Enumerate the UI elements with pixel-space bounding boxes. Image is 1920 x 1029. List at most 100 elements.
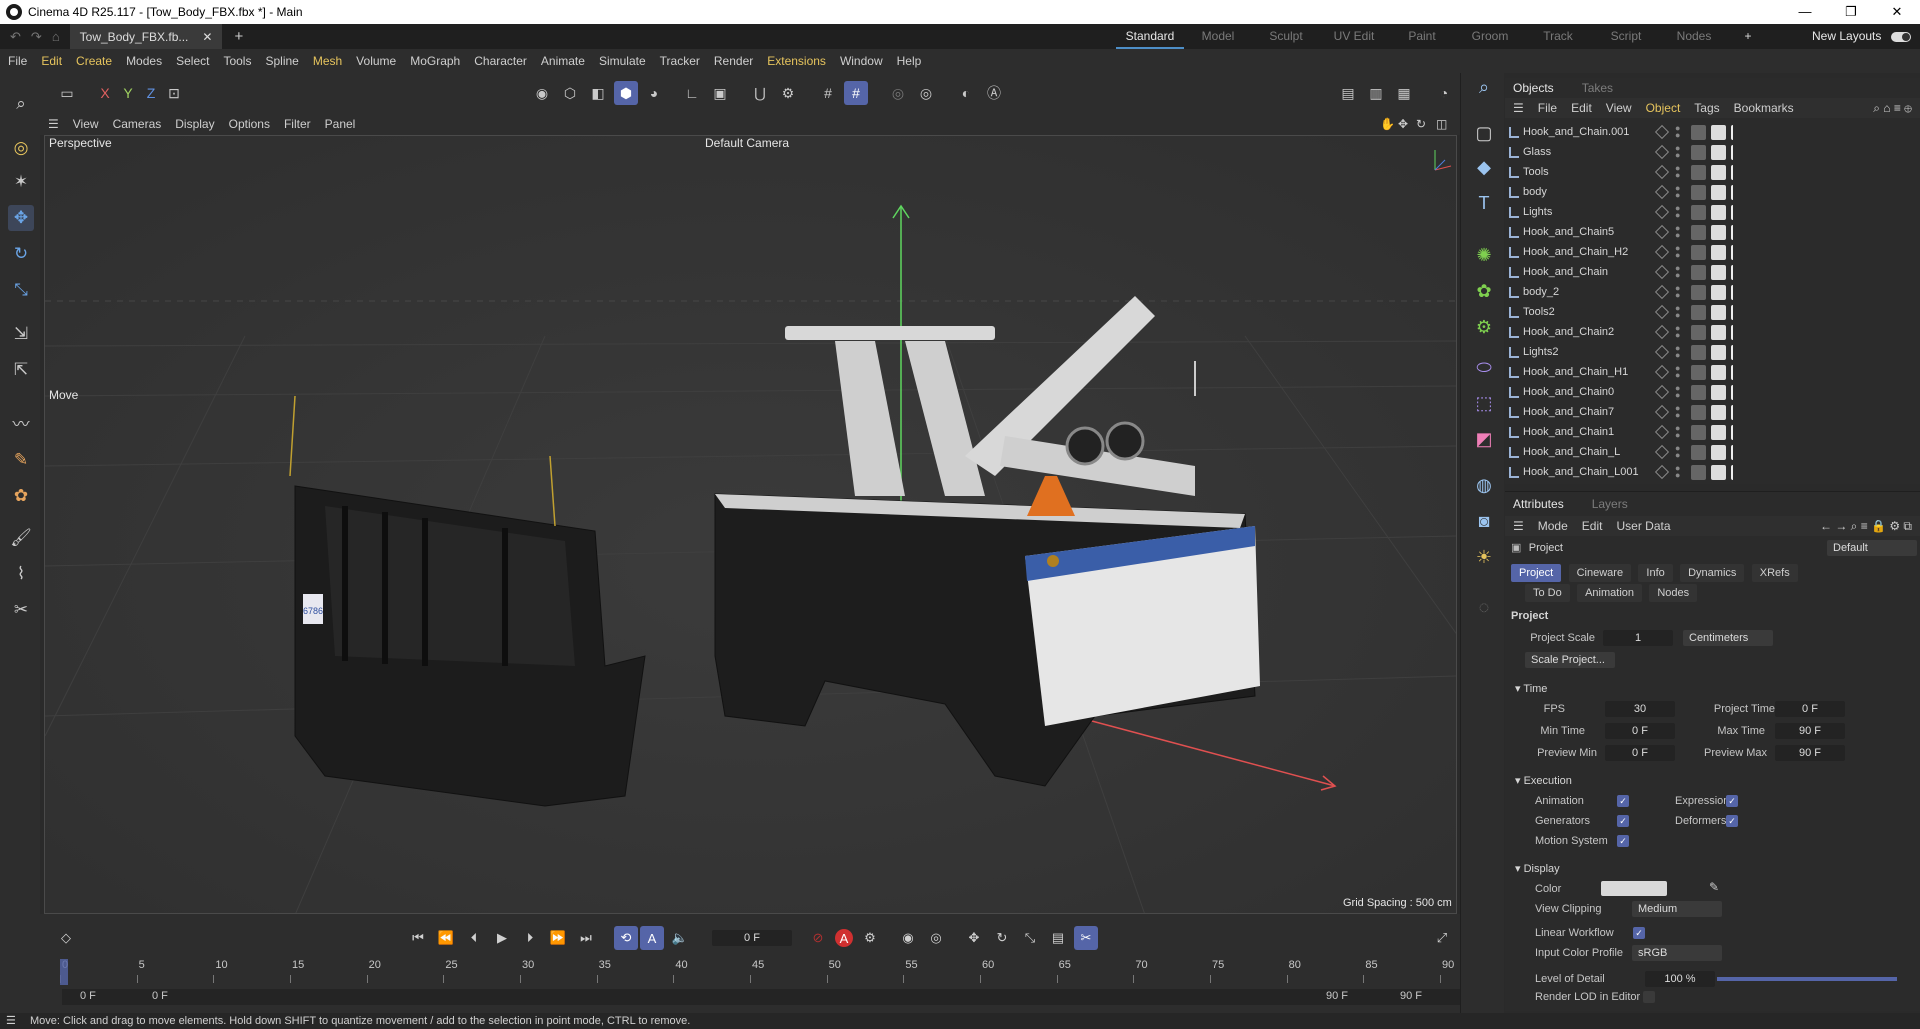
input-color-profile-select[interactable]: sRGB [1632, 945, 1722, 961]
display-section-header[interactable]: ▾ Display [1515, 862, 1560, 875]
animation-checkbox[interactable]: ✓ [1617, 795, 1629, 807]
material-tag-icon[interactable] [1691, 164, 1706, 180]
soft-selection-icon[interactable]: ◎ [914, 81, 938, 105]
current-frame-input[interactable]: 0 F [712, 930, 792, 946]
min-time-input[interactable]: 0 F [1605, 723, 1675, 739]
project-scale-unit-select[interactable]: Centimeters [1683, 630, 1773, 646]
play-icon[interactable]: ▶ [490, 926, 514, 950]
texture-tag-icon[interactable] [1711, 324, 1726, 340]
layout-tab-script[interactable]: Script [1592, 24, 1660, 49]
axis-mode-icon[interactable]: ∟ [680, 81, 704, 105]
phong-tag-icon[interactable] [1731, 224, 1746, 240]
material-tag-icon[interactable] [1691, 384, 1706, 400]
toggle-layout-icon[interactable]: ◫ [1436, 117, 1447, 131]
layer-icon[interactable] [1654, 224, 1670, 240]
color-picker-icon[interactable]: ✎ [1709, 880, 1719, 894]
range-start-right[interactable]: 0 F [152, 990, 168, 1002]
keyframe-mode-icon[interactable]: ◇ [54, 926, 78, 950]
texture-tag-icon[interactable] [1711, 224, 1726, 240]
phong-tag-icon[interactable] [1731, 244, 1746, 260]
document-tab[interactable]: Tow_Body_FBX.fb... ✕ [69, 24, 223, 49]
visibility-dots[interactable]: ● ● [1675, 164, 1680, 180]
snap-tool-icon[interactable]: ⇱ [8, 357, 34, 383]
tab-objects[interactable]: Objects [1513, 81, 1554, 95]
timeline-ruler[interactable]: 051015202530354045505560657075808590 [60, 959, 1458, 987]
undo-view-icon[interactable]: ▭ [55, 81, 79, 105]
spline-pen-icon[interactable]: 〰 [8, 409, 34, 435]
objects-search-icon[interactable]: ⌕ ⌂ ≡ ⊕ [1873, 101, 1912, 116]
status-menu-icon[interactable]: ☰ [6, 1013, 16, 1029]
texture-tag-icon[interactable] [1711, 264, 1726, 280]
viewport-menu-view[interactable]: View [73, 117, 99, 131]
texture-tag-icon[interactable] [1711, 444, 1726, 460]
range-start-left[interactable]: 0 F [80, 990, 96, 1002]
cube-outline-icon[interactable]: ▢ [1470, 119, 1498, 147]
snapping-icon[interactable]: ⋃ [748, 81, 772, 105]
object-row[interactable]: Hook_and_Chain.001 ● ● [1505, 122, 1903, 142]
layer-icon[interactable] [1654, 164, 1670, 180]
fps-input[interactable]: 30 [1605, 701, 1675, 717]
visibility-dots[interactable]: ● ● [1675, 384, 1680, 400]
visibility-dots[interactable]: ● ● [1675, 364, 1680, 380]
render-settings-icon[interactable]: ▦ [1392, 81, 1416, 105]
material-tag-icon[interactable] [1691, 464, 1706, 480]
deformers-checkbox[interactable]: ✓ [1726, 815, 1738, 827]
layer-icon[interactable] [1654, 444, 1670, 460]
workplane-icon[interactable]: # [816, 81, 840, 105]
tweak-mode-icon[interactable]: ▣ [708, 81, 732, 105]
selection-tools-icon[interactable]: ✶ [8, 169, 34, 195]
scale-tool-icon[interactable]: ⤡ [8, 277, 34, 303]
layout-tab-nodes[interactable]: Nodes [1660, 24, 1728, 49]
key-rotation-icon[interactable]: ↻ [990, 926, 1014, 950]
object-name[interactable]: Hook_and_Chain.001 [1505, 126, 1655, 138]
object-name[interactable]: Hook_and_Chain0 [1505, 386, 1655, 398]
subtab-todo[interactable]: To Do [1525, 584, 1570, 602]
texture-tag-icon[interactable] [1711, 184, 1726, 200]
object-name[interactable]: Glass [1505, 146, 1655, 158]
orbit-view-icon[interactable]: ↻ [1416, 117, 1426, 131]
material-tag-icon[interactable] [1691, 324, 1706, 340]
layout-tab-paint[interactable]: Paint [1388, 24, 1456, 49]
new-tab-button[interactable]: + [222, 28, 255, 45]
visibility-dots[interactable]: ● ● [1675, 284, 1680, 300]
scale-project-button[interactable]: Scale Project... [1525, 652, 1615, 668]
object-row[interactable]: Lights ● ● [1505, 202, 1903, 222]
rotate-view-icon[interactable]: ◔ [1432, 81, 1456, 105]
rotate-tool-icon[interactable]: ↻ [8, 241, 34, 267]
phong-tag-icon[interactable] [1731, 324, 1746, 340]
new-layouts[interactable]: New Layouts [1812, 24, 1912, 49]
object-name[interactable]: Tools [1505, 166, 1655, 178]
texture-tag-icon[interactable] [1711, 204, 1726, 220]
layout-tab-sculpt[interactable]: Sculpt [1252, 24, 1320, 49]
material-tag-icon[interactable] [1691, 244, 1706, 260]
subtab-project[interactable]: Project [1511, 564, 1562, 582]
texture-tag-icon[interactable] [1711, 464, 1726, 480]
preview-min-input[interactable]: 0 F [1605, 745, 1675, 761]
object-name[interactable]: Hook_and_Chain5 [1505, 226, 1655, 238]
tab-layers[interactable]: Layers [1592, 497, 1628, 511]
texture-tag-icon[interactable] [1711, 144, 1726, 160]
phong-tag-icon[interactable] [1731, 204, 1746, 220]
material-tag-icon[interactable] [1691, 364, 1706, 380]
project-scale-input[interactable]: 1 [1603, 630, 1673, 646]
material-tag-icon[interactable] [1691, 444, 1706, 460]
key-scale-icon[interactable]: ⤡ [1018, 926, 1042, 950]
motion-clip-icon[interactable]: ◉ [896, 926, 920, 950]
key-position-icon[interactable]: ✥ [962, 926, 986, 950]
material-tag-icon[interactable] [1691, 264, 1706, 280]
range-end-left[interactable]: 90 F [1326, 990, 1348, 1002]
visibility-dots[interactable]: ● ● [1675, 324, 1680, 340]
subtab-cineware[interactable]: Cineware [1568, 564, 1632, 582]
object-row[interactable]: Glass ● ● [1505, 142, 1903, 162]
points-mode-icon[interactable]: ◉ [530, 81, 554, 105]
layout-tab-model[interactable]: Model [1184, 24, 1252, 49]
visibility-dots[interactable]: ● ● [1675, 204, 1680, 220]
transfer-tool-icon[interactable]: ⇲ [8, 321, 34, 347]
layer-icon[interactable] [1654, 384, 1670, 400]
layer-icon[interactable] [1654, 184, 1670, 200]
object-name[interactable]: body_2 [1505, 286, 1655, 298]
timeline-icon[interactable]: ◎ [924, 926, 948, 950]
object-row[interactable]: Hook_and_Chain ● ● [1505, 262, 1903, 282]
go-to-start-icon[interactable]: ⏮ [406, 926, 430, 950]
layer-icon[interactable] [1654, 284, 1670, 300]
